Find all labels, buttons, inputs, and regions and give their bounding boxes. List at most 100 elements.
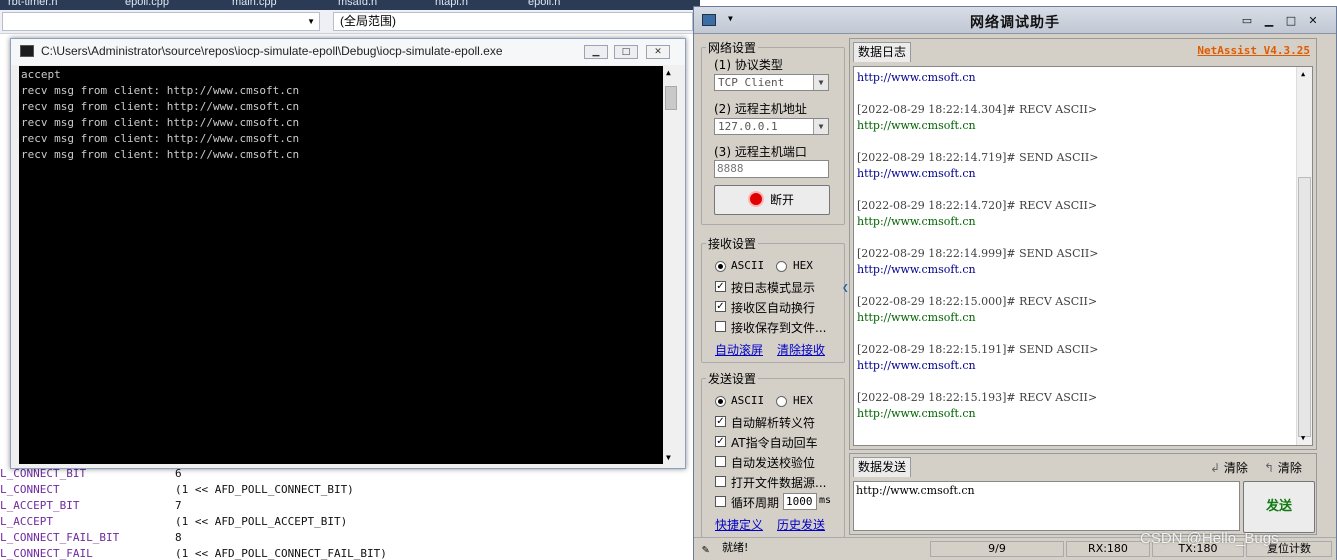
ide-scope-combo[interactable]: (全局范围) — [333, 12, 693, 31]
code-line: L_CONNECT_FAIL (1 << AFD_POLL_CONNECT_FAI… — [0, 547, 387, 560]
brand-link[interactable]: NetAssist V4.3.25 — [1197, 44, 1310, 57]
disconnect-button[interactable]: 断开 — [714, 185, 830, 215]
console-app-icon — [20, 45, 34, 57]
status-icon: ✎ — [702, 542, 710, 556]
log-data: http://www.cmsoft.cn — [857, 359, 976, 372]
scope-label: (全局范围) — [340, 14, 396, 28]
protocol-select[interactable]: TCP Client ▼ — [714, 74, 829, 91]
log-data: http://www.cmsoft.cn — [857, 119, 976, 132]
clear-history-button[interactable]: ↰ 清除 — [1264, 459, 1302, 476]
console-window: C:\Users\Administrator\source\repos\iocp… — [10, 38, 686, 469]
ide-tab[interactable]: ntapi.h — [435, 0, 468, 8]
pin-icon[interactable]: ▭ — [1239, 14, 1255, 28]
log-header: [2022-08-29 18:22:14.304]# RECV ASCII> — [857, 103, 1098, 116]
quick-define-link[interactable]: 快捷定义 — [715, 516, 763, 533]
code-line: L_ACCEPT (1 << AFD_POLL_ACCEPT_BIT) — [0, 515, 348, 528]
escape-parse-label: 自动解析转义符 — [731, 416, 816, 430]
chevron-down-icon: ▼ — [307, 17, 315, 26]
protocol-label: (1) 协议类型 — [714, 58, 783, 72]
recv-ascii-radio[interactable] — [715, 261, 726, 272]
console-output[interactable]: accept recv msg from client: http://www.… — [19, 66, 663, 464]
at-cr-label: AT指令自动回车 — [731, 436, 818, 450]
host-label: (2) 远程主机地址 — [714, 102, 807, 116]
checksum-label: 自动发送校验位 — [731, 456, 816, 470]
status-ready: 就绪! — [722, 541, 749, 554]
log-data: http://www.cmsoft.cn — [857, 407, 976, 420]
data-log-panel: 数据日志 NetAssist V4.3.25 http://www.cmsoft… — [849, 38, 1317, 450]
ide-tab[interactable]: epoll.h — [528, 0, 560, 8]
ide-tab-strip: rbt-timer.h epoll.cpp main.cpp msafd.h n… — [0, 0, 700, 10]
code-line: L_CONNECT_FAIL_BIT 8 — [0, 531, 182, 544]
loop-period-input[interactable]: 1000 — [783, 493, 817, 510]
ide-tab[interactable]: main.cpp — [232, 0, 277, 8]
clear-arrow-icon: ↲ — [1210, 461, 1221, 475]
log-header: [2022-08-29 18:22:15.193]# RECV ASCII> — [857, 391, 1098, 404]
data-send-panel: 数据发送 ↲ 清除 ↰ 清除 http://www.cmsoft.cn 发送 — [849, 453, 1317, 535]
send-button[interactable]: 发送 — [1243, 481, 1315, 533]
file-source-label: 打开文件数据源... — [731, 476, 827, 490]
collapse-panel-icon[interactable]: ❮ — [842, 281, 849, 294]
log-data: http://www.cmsoft.cn — [857, 263, 976, 276]
file-source-checkbox[interactable] — [715, 476, 726, 487]
netassist-title-bar[interactable]: ▼ 网络调试助手 ▭ ▁ □ ✕ — [694, 7, 1336, 34]
ide-tab[interactable]: msafd.h — [338, 0, 377, 8]
port-input[interactable]: 8888 — [714, 160, 829, 178]
data-log-area[interactable]: http://www.cmsoft.cn [2022-08-29 18:22:1… — [853, 66, 1313, 446]
ide-tab[interactable]: epoll.cpp — [125, 0, 169, 8]
minimize-icon[interactable]: ▁ — [1261, 14, 1277, 28]
network-settings-header: 网络设置 — [706, 39, 759, 56]
escape-parse-checkbox[interactable]: ✓ — [715, 416, 726, 427]
console-title: C:\Users\Administrator\source\repos\iocp… — [41, 44, 503, 58]
log-header: [2022-08-29 18:22:15.191]# SEND ASCII> — [857, 343, 1099, 356]
receive-settings-header: 接收设置 — [706, 235, 759, 252]
tab-data-send[interactable]: 数据发送 — [853, 457, 912, 477]
close-icon[interactable]: ✕ — [1305, 14, 1321, 28]
recv-save-checkbox[interactable] — [715, 321, 726, 332]
send-input[interactable]: http://www.cmsoft.cn — [853, 481, 1240, 531]
host-select[interactable]: 127.0.0.1 ▼ — [714, 118, 829, 135]
recv-hex-label: HEX — [793, 259, 813, 272]
console-scrollbar[interactable]: ▲ ▼ — [663, 66, 680, 464]
ide-tab[interactable]: rbt-timer.h — [8, 0, 58, 8]
scroll-up-icon[interactable]: ▲ — [1301, 70, 1305, 78]
at-cr-checkbox[interactable]: ✓ — [715, 436, 726, 447]
status-count: 9/9 — [930, 541, 1064, 557]
clear-receive-link[interactable]: 清除接收 — [777, 341, 825, 358]
clear-send-button[interactable]: ↲ 清除 — [1210, 459, 1248, 476]
minimize-icon[interactable]: ▁ — [584, 45, 608, 59]
log-data: http://www.cmsoft.cn — [857, 167, 976, 180]
send-history-link[interactable]: 历史发送 — [777, 516, 825, 533]
recv-wrap-checkbox[interactable]: ✓ — [715, 301, 726, 312]
clear-arrow-icon: ↰ — [1264, 461, 1275, 475]
console-title-bar[interactable]: C:\Users\Administrator\source\repos\iocp… — [11, 39, 685, 65]
console-line: recv msg from client: http://www.cmsoft.… — [21, 116, 300, 129]
scroll-down-icon[interactable]: ▼ — [1301, 434, 1305, 442]
code-line: L_CONNECT (1 << AFD_POLL_CONNECT_BIT) — [0, 483, 354, 496]
console-line: recv msg from client: http://www.cmsoft.… — [21, 84, 300, 97]
scroll-thumb[interactable] — [665, 86, 677, 110]
maximize-icon[interactable]: □ — [614, 45, 638, 59]
log-data: http://www.cmsoft.cn — [857, 71, 976, 84]
console-line: accept — [21, 68, 61, 81]
tab-data-log[interactable]: 数据日志 — [853, 42, 912, 62]
ide-file-combo[interactable]: ▼ — [2, 12, 320, 31]
scroll-down-icon[interactable]: ▼ — [666, 453, 671, 462]
send-settings-header: 发送设置 — [706, 370, 759, 387]
auto-scroll-link[interactable]: 自动滚屏 — [715, 341, 763, 358]
netassist-window: ▼ 网络调试助手 ▭ ▁ □ ✕ 网络设置 (1) 协议类型 TCP Clien… — [693, 6, 1337, 560]
close-icon[interactable]: ✕ — [646, 45, 670, 59]
recv-hex-radio[interactable] — [776, 261, 787, 272]
console-line: recv msg from client: http://www.cmsoft.… — [21, 132, 300, 145]
status-rx: RX:180 — [1066, 541, 1150, 557]
log-header: [2022-08-29 18:22:15.000]# RECV ASCII> — [857, 295, 1098, 308]
recv-log-mode-checkbox[interactable]: ✓ — [715, 281, 726, 292]
log-scrollbar[interactable]: ▲ ▼ — [1296, 67, 1312, 445]
scroll-up-icon[interactable]: ▲ — [666, 68, 671, 77]
send-hex-radio[interactable] — [776, 396, 787, 407]
scroll-thumb[interactable] — [1298, 177, 1311, 437]
checksum-checkbox[interactable] — [715, 456, 726, 467]
maximize-icon[interactable]: □ — [1283, 14, 1299, 28]
send-ascii-radio[interactable] — [715, 396, 726, 407]
loop-period-checkbox[interactable] — [715, 496, 726, 507]
send-ascii-label: ASCII — [731, 394, 765, 407]
